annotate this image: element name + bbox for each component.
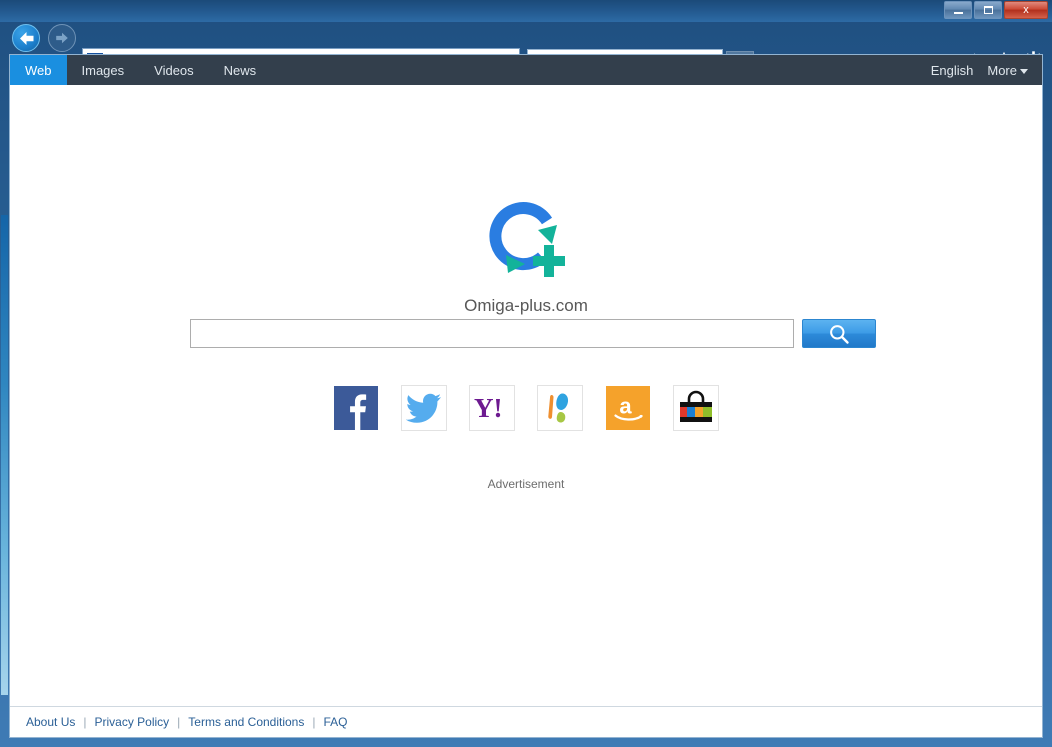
close-button[interactable]: x xyxy=(1004,1,1048,19)
footer-links: About Us | Privacy Policy | Terms and Co… xyxy=(10,706,1042,737)
omiga-plus-logo-icon xyxy=(489,202,565,277)
minimize-button[interactable] xyxy=(944,1,972,19)
site-nav-item-web[interactable]: Web xyxy=(10,55,67,85)
facebook-icon xyxy=(334,386,378,430)
site-logo-block: Omiga-plus.com xyxy=(10,195,1042,316)
back-arrow-icon xyxy=(19,31,33,45)
shortcut-shopping[interactable] xyxy=(673,385,719,431)
site-navigation-bar: Web Images Videos News English More xyxy=(10,55,1042,85)
forward-arrow-icon xyxy=(56,32,68,44)
site-nav-item-images[interactable]: Images xyxy=(67,55,140,85)
search-button[interactable] xyxy=(802,319,876,348)
amazon-icon: a xyxy=(606,386,650,430)
page-content: Omiga-plus.com Y! a Advertisement About … xyxy=(10,85,1042,737)
title-bar: x xyxy=(0,0,1052,22)
advertisement-label: Advertisement xyxy=(487,477,565,491)
site-nav-items: Web Images Videos News xyxy=(10,55,271,85)
footer-link-terms-and-conditions[interactable]: Terms and Conditions xyxy=(188,715,304,729)
site-logo-text: Omiga-plus.com xyxy=(464,296,588,315)
language-selector[interactable]: English xyxy=(931,63,974,78)
site-nav-item-videos[interactable]: Videos xyxy=(139,55,209,85)
svg-text:Y!: Y! xyxy=(474,394,503,422)
shortcut-amazon[interactable]: a xyxy=(605,385,651,431)
chevron-down-icon xyxy=(1020,68,1028,74)
footer-separator: | xyxy=(312,715,316,729)
search-magnifier-icon xyxy=(830,324,849,344)
window-controls: x xyxy=(942,1,1048,19)
more-menu[interactable]: More xyxy=(987,63,1028,78)
shortcut-icons-row: Y! a xyxy=(10,385,1042,431)
footer-separator: | xyxy=(177,715,181,729)
search-row xyxy=(190,319,876,348)
twitter-bird-icon xyxy=(406,393,441,423)
svg-text:a: a xyxy=(619,394,632,419)
back-button[interactable] xyxy=(12,24,40,52)
close-icon: x xyxy=(1023,3,1029,16)
browser-window: x http://isearch.omiga-plus.com/ xyxy=(0,0,1052,747)
shortcut-facebook[interactable] xyxy=(333,385,379,431)
footer-link-about-us[interactable]: About Us xyxy=(26,715,75,729)
shortcut-msn[interactable] xyxy=(537,385,583,431)
footer-separator: | xyxy=(83,715,87,729)
search-input[interactable] xyxy=(190,319,794,348)
site-nav-item-news[interactable]: News xyxy=(209,55,272,85)
footer-link-privacy-policy[interactable]: Privacy Policy xyxy=(94,715,169,729)
page-viewport: Web Images Videos News English More Omig… xyxy=(9,54,1043,738)
maximize-button[interactable] xyxy=(974,1,1002,19)
footer-link-faq[interactable]: FAQ xyxy=(323,715,347,729)
site-nav-right: English More xyxy=(931,55,1042,85)
shortcut-yahoo[interactable]: Y! xyxy=(469,385,515,431)
forward-button[interactable] xyxy=(48,24,76,52)
shortcut-twitter[interactable] xyxy=(401,385,447,431)
browser-toolbar: http://isearch.omiga-plus.com/ Isearch.o… xyxy=(0,22,1052,75)
yahoo-icon: Y! xyxy=(474,394,503,422)
shopping-bag-icon xyxy=(680,390,712,422)
window-edge-accent xyxy=(1,215,8,695)
msn-butterfly-icon xyxy=(548,393,569,423)
